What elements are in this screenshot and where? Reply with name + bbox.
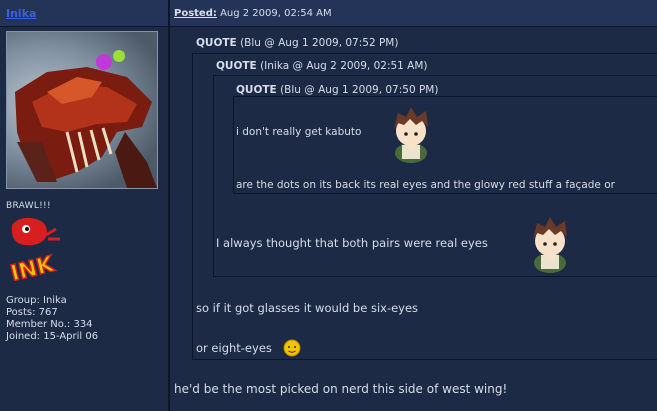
ink-logo: INK [6, 215, 66, 288]
chibi-boy-emote [394, 107, 428, 163]
column-divider [168, 0, 170, 411]
avatar [6, 31, 158, 189]
quote2-header: QUOTE (Inika @ Aug 2 2009, 02:51 AM) [216, 60, 428, 72]
post-date: Posted: Aug 2 2009, 02:54 AM [174, 8, 332, 19]
ink-logo-text: INK [8, 252, 57, 281]
quote1-header: QUOTE (Blu @ Aug 1 2009, 07:52 PM) [196, 37, 398, 49]
quote1-meta: (Blu @ Aug 1 2009, 07:52 PM) [240, 37, 399, 49]
username-header: Inika [0, 0, 168, 27]
post-header: Posted: Aug 2 2009, 02:54 AM [170, 0, 657, 27]
post-reply-text: he'd be the most picked on nerd this sid… [174, 382, 508, 396]
quote3-header: QUOTE (Blu @ Aug 1 2009, 07:50 PM) [236, 84, 438, 96]
posted-label[interactable]: Posted: [174, 8, 217, 19]
user-posts: Posts: 767 [6, 307, 58, 318]
quote1-line2: or eight-eyes [196, 341, 272, 355]
posted-date: Aug 2 2009, 02:54 AM [220, 8, 332, 19]
chibi-boy-emote [533, 217, 567, 273]
quote2-line1: I always thought that both pairs were re… [216, 236, 488, 250]
user-group: Group: Inika [6, 295, 67, 306]
username-link[interactable]: Inika [6, 7, 36, 20]
quote2-label: QUOTE [216, 60, 257, 72]
user-info: Group: Inika Posts: 767 Member No.: 334 … [6, 295, 98, 343]
user-member-no: Member No.: 334 [6, 319, 93, 330]
smiley-icon [283, 339, 301, 357]
quote3-meta: (Blu @ Aug 1 2009, 07:50 PM) [280, 84, 439, 96]
avatar-caption: BRAWL!!! [6, 201, 51, 211]
quote2-meta: (Inika @ Aug 2 2009, 02:51 AM) [260, 60, 428, 72]
quote1-line1: so if it got glasses it would be six-eye… [196, 301, 419, 315]
quote3-line1: i don't really get kabuto [236, 126, 362, 138]
user-joined: Joined: 15-April 06 [6, 331, 99, 342]
quote1-label: QUOTE [196, 37, 237, 49]
quote3-label: QUOTE [236, 84, 277, 96]
quote3-line2: are the dots on its back its real eyes a… [236, 179, 615, 191]
